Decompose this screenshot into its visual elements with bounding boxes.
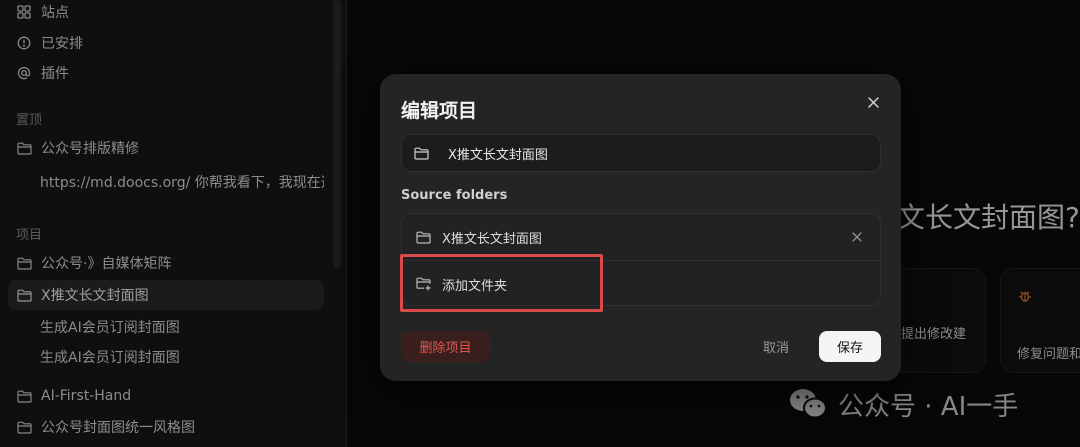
project-name-field[interactable] xyxy=(401,134,881,172)
folder-icon xyxy=(416,229,432,245)
remove-folder-button[interactable] xyxy=(849,229,865,245)
source-folders-label: Source folders xyxy=(401,188,508,203)
delete-project-button[interactable]: 删除项目 xyxy=(401,331,490,362)
close-button[interactable] xyxy=(864,93,882,111)
edit-project-dialog: 编辑项目 Source folders X推文长文封面图 xyxy=(380,74,901,381)
folder-icon xyxy=(414,145,430,161)
project-name-input[interactable] xyxy=(448,145,848,161)
annotation-highlight-box xyxy=(400,254,603,312)
cancel-button[interactable]: 取消 xyxy=(748,331,804,362)
dialog-title: 编辑项目 xyxy=(401,100,478,122)
source-folder-label: X推文长文封面图 xyxy=(442,231,542,247)
close-icon xyxy=(867,96,879,108)
close-icon xyxy=(852,232,862,242)
save-button[interactable]: 保存 xyxy=(819,331,881,362)
